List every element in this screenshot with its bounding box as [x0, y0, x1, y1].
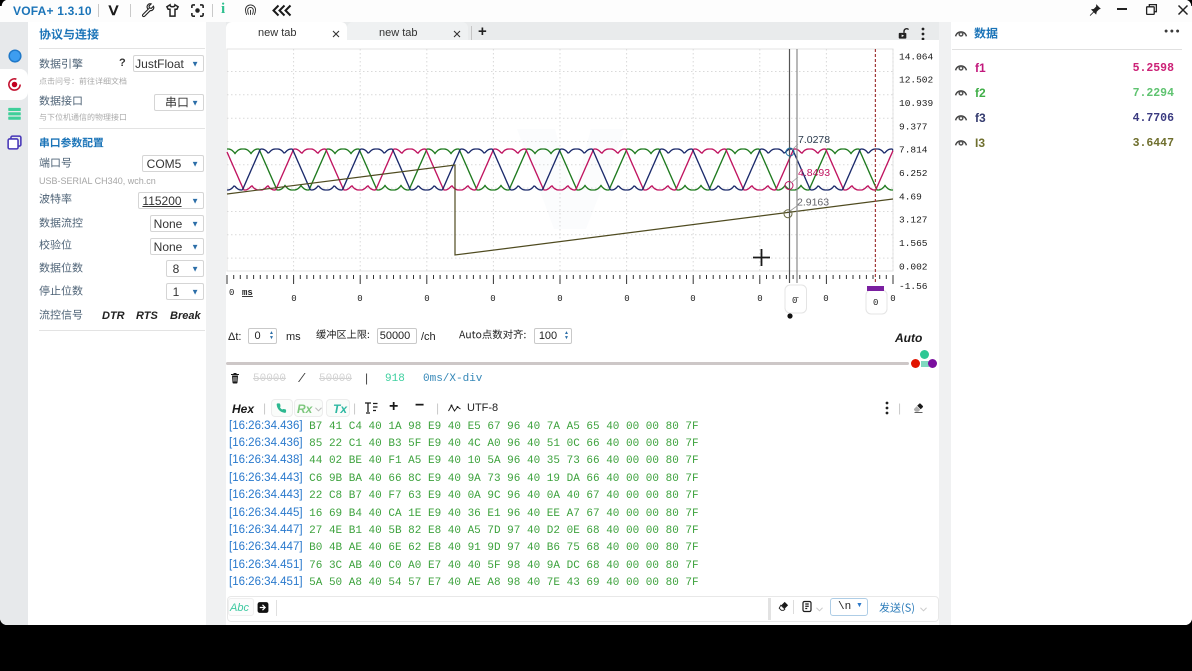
svg-text:0: 0: [624, 294, 629, 304]
svg-text:0: 0: [873, 298, 878, 308]
svg-text:6.252: 6.252: [899, 168, 928, 179]
svg-text:7.814: 7.814: [899, 145, 928, 156]
svg-text:0: 0: [291, 294, 296, 304]
svg-text:2.9163: 2.9163: [797, 197, 829, 209]
svg-text:14.064: 14.064: [899, 51, 934, 62]
svg-text:0: 0: [490, 294, 495, 304]
svg-text:3.127: 3.127: [899, 215, 928, 226]
svg-text:0: 0: [890, 294, 895, 304]
svg-text:12.502: 12.502: [899, 75, 934, 86]
svg-text:7.0278: 7.0278: [798, 134, 830, 146]
svg-text:0: 0: [424, 294, 429, 304]
svg-text:0: 0: [823, 294, 828, 304]
svg-text:0.002: 0.002: [899, 261, 928, 272]
svg-text:0: 0: [757, 294, 762, 304]
svg-text:1.565: 1.565: [899, 238, 928, 249]
svg-text:0: 0: [229, 288, 234, 298]
svg-text:9.377: 9.377: [899, 121, 928, 132]
svg-text:0: 0: [690, 294, 695, 304]
svg-text:10.939: 10.939: [899, 98, 934, 109]
svg-text:ms: ms: [242, 288, 253, 298]
svg-text:0: 0: [557, 294, 562, 304]
svg-text:4.8493: 4.8493: [798, 167, 830, 179]
svg-text:0: 0: [357, 294, 362, 304]
svg-text:-1.56: -1.56: [899, 281, 928, 292]
svg-text:4.69: 4.69: [899, 191, 922, 202]
